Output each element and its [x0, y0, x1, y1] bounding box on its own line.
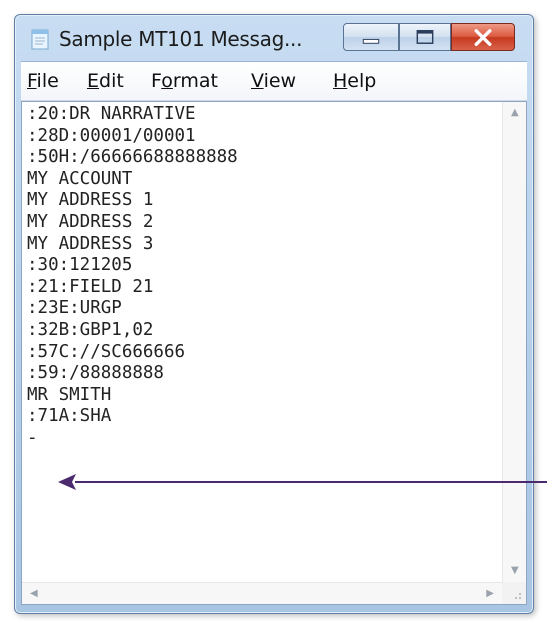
- minimize-icon: [362, 38, 380, 44]
- text-line: :21:FIELD 21: [27, 276, 154, 297]
- text-line: :50H:/66666688888888: [27, 147, 238, 168]
- resize-grip-icon[interactable]: [502, 582, 526, 604]
- menu-bar: File Edit Format View Help: [21, 61, 527, 101]
- text-line: :71A:SHA: [27, 406, 112, 427]
- close-button[interactable]: [451, 23, 515, 51]
- horizontal-scrollbar[interactable]: ◀ ▶: [22, 582, 502, 604]
- text-line: :32B:GBP1,02: [27, 319, 154, 340]
- notepad-window: Sample MT101 Messag... File Edit Format …: [14, 14, 534, 614]
- text-line: :20:DR NARRATIVE: [27, 104, 196, 124]
- vertical-scrollbar[interactable]: ▲ ▼: [502, 102, 526, 582]
- text-line: MY ADDRESS 1: [27, 190, 154, 211]
- menu-edit[interactable]: Edit: [87, 70, 124, 92]
- scroll-right-icon[interactable]: ▶: [486, 589, 494, 599]
- notepad-icon: [31, 29, 49, 50]
- scroll-up-icon[interactable]: ▲: [511, 108, 519, 118]
- menu-file[interactable]: File: [27, 70, 59, 92]
- menu-view[interactable]: View: [251, 70, 296, 92]
- text-line: :59:/88888888: [27, 363, 164, 384]
- text-line: MY ACCOUNT: [27, 168, 133, 189]
- menu-help[interactable]: Help: [333, 70, 376, 92]
- text-line: MY ADDRESS 2: [27, 211, 154, 232]
- minimize-button[interactable]: [343, 23, 399, 51]
- window-title: Sample MT101 Messag...: [59, 27, 303, 51]
- text-line: :57C://SC666666: [27, 341, 186, 362]
- maximize-button[interactable]: [399, 23, 451, 51]
- text-line: MR SMITH: [27, 384, 112, 405]
- text-line: :28D:00001/00001: [27, 125, 196, 146]
- text-line: MY ADDRESS 3: [27, 233, 154, 254]
- close-icon: [474, 29, 492, 47]
- document-text[interactable]: :20:DR NARRATIVE:28D:00001/00001:50H:/66…: [22, 102, 502, 582]
- menu-format[interactable]: Format: [151, 70, 218, 92]
- scroll-down-icon[interactable]: ▼: [511, 566, 519, 576]
- title-bar[interactable]: Sample MT101 Messag...: [15, 15, 533, 61]
- text-line: :30:121205: [27, 255, 133, 276]
- text-line: -: [27, 427, 38, 448]
- scroll-left-icon[interactable]: ◀: [30, 589, 38, 599]
- text-editor[interactable]: :20:DR NARRATIVE:28D:00001/00001:50H:/66…: [21, 101, 527, 605]
- text-line: :23E:URGP: [27, 298, 122, 319]
- maximize-icon: [416, 30, 434, 44]
